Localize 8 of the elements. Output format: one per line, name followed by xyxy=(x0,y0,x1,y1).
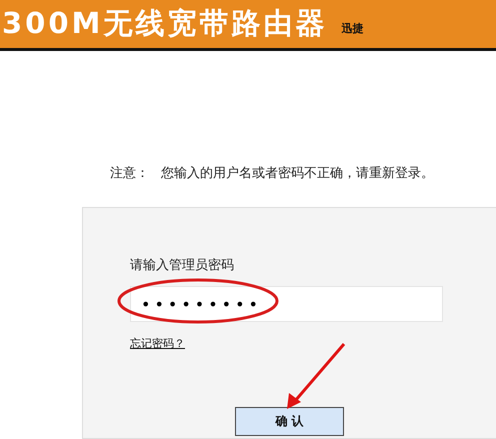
password-label: 请输入管理员密码 xyxy=(130,257,235,275)
password-field[interactable]: ••••••••• xyxy=(130,286,443,322)
notice-label: 注意： xyxy=(110,165,149,183)
forgot-password-link[interactable]: 忘记密码？ xyxy=(130,336,185,351)
brand-name: 迅捷 xyxy=(341,20,364,36)
confirm-button[interactable]: 确 认 xyxy=(235,407,344,436)
router-title: 300M无线宽带路由器 xyxy=(2,5,328,42)
error-message: 您输入的用户名或者密码不正确，请重新登录。 xyxy=(161,165,434,183)
